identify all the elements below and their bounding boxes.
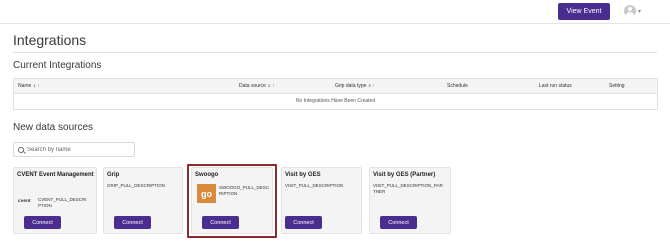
new-data-sources-heading: New data sources [13,122,94,133]
source-card-title: Visit by GES (Partner) [373,172,436,178]
column-header-schedule: Schedule [447,83,468,89]
top-bar: View Event ▾ [0,0,670,24]
connect-button-visit-by-ges-partner[interactable]: Connect [380,216,417,229]
column-header-data-source[interactable]: Data source 2 ↑ [239,83,275,89]
source-card-description: GRIP_PULL_DESCRIPTION [107,183,166,188]
empty-table-message: No Integrations Have Been Created [295,98,376,104]
user-menu[interactable]: ▾ [624,5,641,17]
source-card-visit-by-ges: Visit by GES VISIT_PULL_DESCRIPTION Conn… [281,167,362,234]
search-icon [18,146,24,153]
column-header-grip-data-type[interactable]: Grip data type 3 ↑ [335,83,375,89]
source-card-title: Visit by GES [285,172,321,178]
source-card-cvent: CVENT Event Management cvent CVENT_PULL_… [13,167,97,234]
connect-button-grip[interactable]: Connect [114,216,151,229]
cvent-logo: cvent [18,198,31,203]
search-box[interactable] [13,142,135,157]
source-card-title: Grip [107,172,120,178]
search-input[interactable] [27,146,127,153]
source-card-title: CVENT Event Management [17,172,94,178]
column-header-setting: Setting [609,83,625,89]
source-card-visit-by-ges-partner: Visit by GES (Partner) VISIT_PULL_DESCRI… [369,167,451,234]
sort-arrow-icon[interactable]: ↑ [373,83,376,89]
selected-card-highlight [187,164,277,238]
title-divider [13,52,657,53]
source-card-description: VISIT_PULL_DESCRIPTION [285,183,344,188]
page-title: Integrations [13,32,87,48]
connect-button-cvent[interactable]: Connect [24,216,61,229]
sort-arrow-icon[interactable]: ↑ [272,83,275,89]
chevron-down-icon[interactable]: ▾ [638,8,641,15]
source-card-description: VISIT_PULL_DESCRIPTION_PARTNER [373,183,443,194]
table-header: Name 1 ↑ Data source 2 ↑ Grip data type 3 ↑ Sc… [14,79,657,94]
sort-arrow-icon[interactable]: ↑ [38,83,41,89]
source-card-description: CVENT_PULL_DESCRIPTION [38,197,87,208]
column-header-last-run-status: Last run status [539,83,572,89]
column-header-name[interactable]: Name 1 ↑ [18,83,40,89]
connect-button-visit-by-ges[interactable]: Connect [285,216,322,229]
source-card-grip: Grip GRIP_PULL_DESCRIPTION Connect [103,167,183,234]
view-event-button[interactable]: View Event [558,3,610,20]
integrations-table: Name 1 ↑ Data source 2 ↑ Grip data type 3 ↑ Sc… [13,78,658,110]
user-avatar-icon[interactable] [624,5,636,17]
current-integrations-heading: Current Integrations [13,60,102,71]
